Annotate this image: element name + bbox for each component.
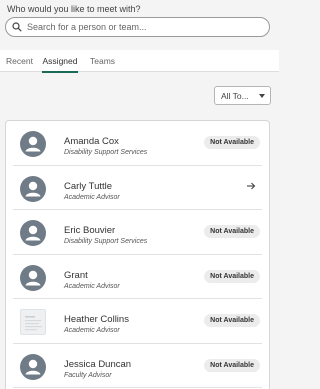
filter-dropdown[interactable]: All To... [214, 86, 271, 105]
person-role: Disability Support Services [64, 149, 148, 156]
person-name: Amanda Cox [64, 136, 119, 147]
person-role: Academic Advisor [64, 193, 120, 201]
person-avatar-icon [20, 220, 46, 246]
status-badge: Not Available [204, 314, 260, 327]
filter-value: All To... [221, 90, 249, 101]
person-avatar-icon [20, 264, 46, 291]
person-role: Academic Advisor [64, 282, 120, 290]
person-row[interactable]: Eric Bouvier Disability Support Services… [13, 210, 262, 255]
tab-assigned[interactable]: Assigned [42, 50, 78, 73]
person-row[interactable]: Jessica Duncan Faculty Advisor Not Avail… [13, 344, 262, 388]
people-list: Amanda Cox Disability Support Services N… [5, 120, 270, 389]
person-name: Carly Tuttle [64, 180, 113, 192]
search-field[interactable] [5, 17, 270, 37]
status-badge: Not Available [204, 269, 260, 283]
person-row[interactable]: Heather Collins Academic Advisor Not Ava… [13, 299, 262, 344]
search-icon [12, 22, 22, 32]
arrow-right-icon[interactable] [246, 181, 256, 191]
person-avatar-icon [20, 131, 46, 157]
person-photo [20, 309, 46, 335]
person-role: Faculty Advisor [64, 371, 112, 379]
person-name: Grant [64, 269, 88, 281]
status-badge: Not Available [204, 358, 260, 372]
tab-recent[interactable]: Recent [6, 50, 34, 72]
person-name: Heather Collins [64, 314, 129, 325]
prompt-question: Who would you like to meet with? [7, 4, 141, 14]
person-name: Jessica Duncan [64, 358, 132, 370]
person-row[interactable]: Carly Tuttle Academic Advisor [13, 166, 262, 210]
status-badge: Not Available [204, 136, 260, 149]
person-role: Disability Support Services [64, 238, 148, 245]
status-badge: Not Available [204, 225, 260, 238]
person-row[interactable]: Grant Academic Advisor Not Available [13, 255, 262, 299]
person-avatar-icon [20, 175, 46, 202]
person-role: Academic Advisor [64, 327, 120, 334]
person-name: Eric Bouvier [64, 225, 116, 236]
tab-bar: Recent Assigned Teams [0, 50, 279, 73]
search-input[interactable] [27, 22, 257, 32]
caret-down-icon [259, 93, 265, 98]
person-row[interactable]: Amanda Cox Disability Support Services N… [13, 121, 262, 166]
person-avatar-icon [20, 353, 46, 380]
tab-teams[interactable]: Teams [90, 50, 120, 72]
